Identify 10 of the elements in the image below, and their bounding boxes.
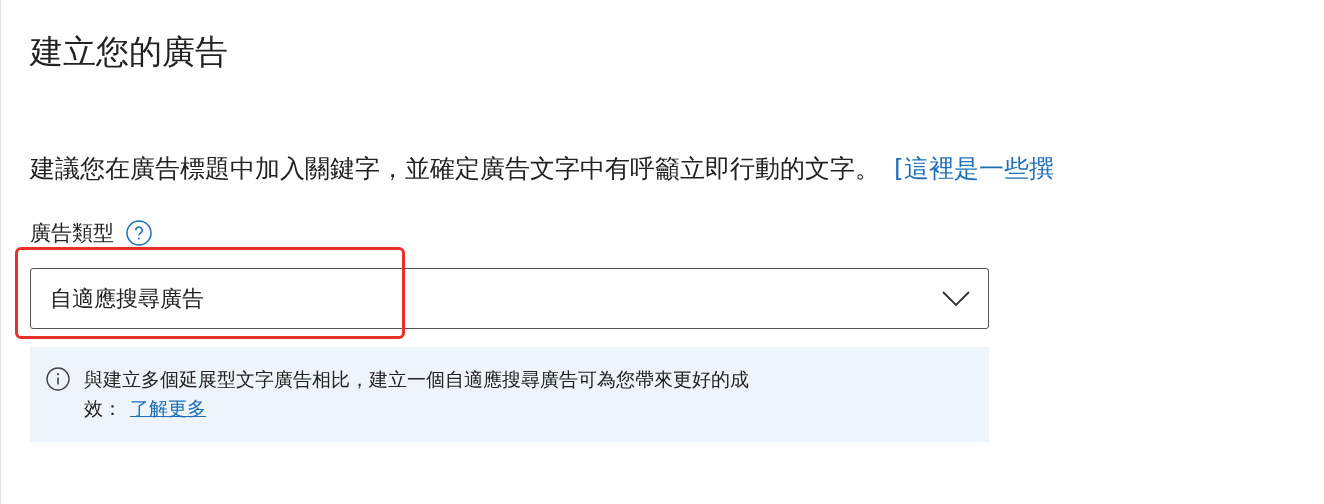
field-label: 廣告類型 [30, 220, 114, 247]
ad-type-dropdown[interactable]: 自適應搜尋廣告 [30, 268, 989, 329]
info-text: 與建立多個延展型文字廣告相比，建立一個自適應搜尋廣告可為您帶來更好的成效： 了解更多 [84, 367, 750, 421]
info-icon [46, 367, 70, 391]
guide-link[interactable]: [這裡是一些撰 [894, 152, 1054, 186]
learn-more-link[interactable]: 了解更多 [130, 397, 206, 419]
help-icon[interactable] [126, 220, 152, 246]
chevron-down-icon [942, 290, 970, 307]
page-title: 建立您的廣告 [30, 31, 229, 73]
hint-text: 建議您在廣告標題中加入關鍵字，並確定廣告文字中有呼籲立即行動的文字。 [30, 153, 880, 185]
